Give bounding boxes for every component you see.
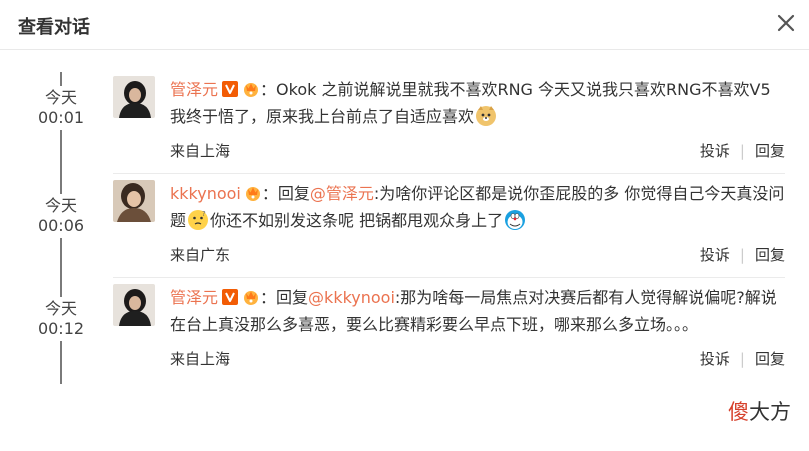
colon: ： — [260, 80, 277, 99]
reply-button[interactable]: 回复 — [755, 246, 785, 264]
timestamp-day: 今天 — [44, 88, 77, 107]
dialog-title: 查看对话 — [18, 17, 90, 38]
username-link[interactable]: kkkynooi — [170, 184, 241, 203]
comment-actions: 投诉 | 回复 — [700, 348, 785, 369]
reply-button[interactable]: 回复 — [755, 142, 785, 160]
verified-v-icon[interactable] — [221, 288, 239, 306]
avatar[interactable] — [113, 180, 155, 222]
dialog-header: 查看对话 — [0, 0, 809, 50]
reply-prefix: 回复 — [276, 288, 309, 307]
reply-prefix: 回复 — [277, 184, 310, 203]
comment-text: 你还不如别发这条呢 把锅都甩观众身上了 — [210, 211, 504, 230]
comment-content: 管泽元 ：回复@kkkynooi:那为啥每一局焦点对决赛后都有人觉得解说偏呢?解说… — [170, 284, 788, 338]
avatar[interactable] — [113, 76, 155, 118]
doge-emoji-icon — [475, 105, 497, 127]
close-icon[interactable] — [773, 10, 799, 36]
comment-location: 来自上海 — [170, 142, 231, 160]
timestamp-time: 00:06 — [37, 216, 85, 235]
comment-item: kkkynooi ：回复@管泽元:为啥你评论区都是说你歪屁股的多 你觉得自己今天真… — [113, 180, 785, 278]
report-button[interactable]: 投诉 — [700, 142, 730, 160]
username-link[interactable]: 管泽元 — [170, 288, 218, 307]
report-button[interactable]: 投诉 — [700, 246, 730, 264]
vip-crown-icon[interactable] — [242, 80, 260, 98]
comment-content: kkkynooi ：回复@管泽元:为啥你评论区都是说你歪屁股的多 你觉得自己今天真… — [170, 180, 788, 234]
report-button[interactable]: 投诉 — [700, 350, 730, 368]
comment-actions: 投诉 | 回复 — [700, 244, 785, 265]
mention-link[interactable]: @kkkynooi — [308, 288, 395, 307]
comment-actions: 投诉 | 回复 — [700, 140, 785, 161]
svg-text:?: ? — [202, 210, 206, 218]
action-divider: | — [739, 246, 745, 264]
doraemon-emoji-icon — [504, 209, 526, 231]
watermark-rest: 大方 — [749, 400, 791, 424]
comment-location: 来自上海 — [170, 350, 231, 368]
vip-crown-icon[interactable] — [242, 288, 260, 306]
colon: ： — [261, 184, 278, 203]
action-divider: | — [739, 142, 745, 160]
comment-location: 来自广东 — [170, 246, 231, 264]
timestamp: 今天 00:01 — [28, 86, 94, 130]
timestamp-day: 今天 — [44, 196, 77, 215]
timestamp: 今天 00:06 — [28, 194, 94, 238]
timestamp-day: 今天 — [44, 299, 77, 318]
vip-crown-icon[interactable] — [244, 184, 262, 202]
colon: ： — [260, 288, 277, 307]
comment-item: 管泽元 ：Okok 之前说解说里就我不喜欢RNG 今天又说我只喜欢RNG不喜欢V5… — [113, 76, 785, 174]
action-divider: | — [739, 350, 745, 368]
watermark-first-char: 傻 — [728, 400, 749, 424]
timestamp-time: 00:12 — [37, 319, 85, 338]
watermark: 傻大方 — [728, 396, 791, 426]
reply-button[interactable]: 回复 — [755, 350, 785, 368]
comment-content: 管泽元 ：Okok 之前说解说里就我不喜欢RNG 今天又说我只喜欢RNG不喜欢V5… — [170, 76, 788, 130]
thinking-emoji-icon: ? — [187, 209, 209, 231]
verified-v-icon[interactable] — [221, 80, 239, 98]
mention-link[interactable]: @管泽元 — [310, 184, 374, 203]
avatar[interactable] — [113, 284, 155, 326]
comment-item: 管泽元 ：回复@kkkynooi:那为啥每一局焦点对决赛后都有人觉得解说偏呢?解说… — [113, 284, 785, 382]
timestamp: 今天 00:12 — [28, 297, 94, 341]
timestamp-time: 00:01 — [37, 108, 85, 127]
username-link[interactable]: 管泽元 — [170, 80, 218, 99]
